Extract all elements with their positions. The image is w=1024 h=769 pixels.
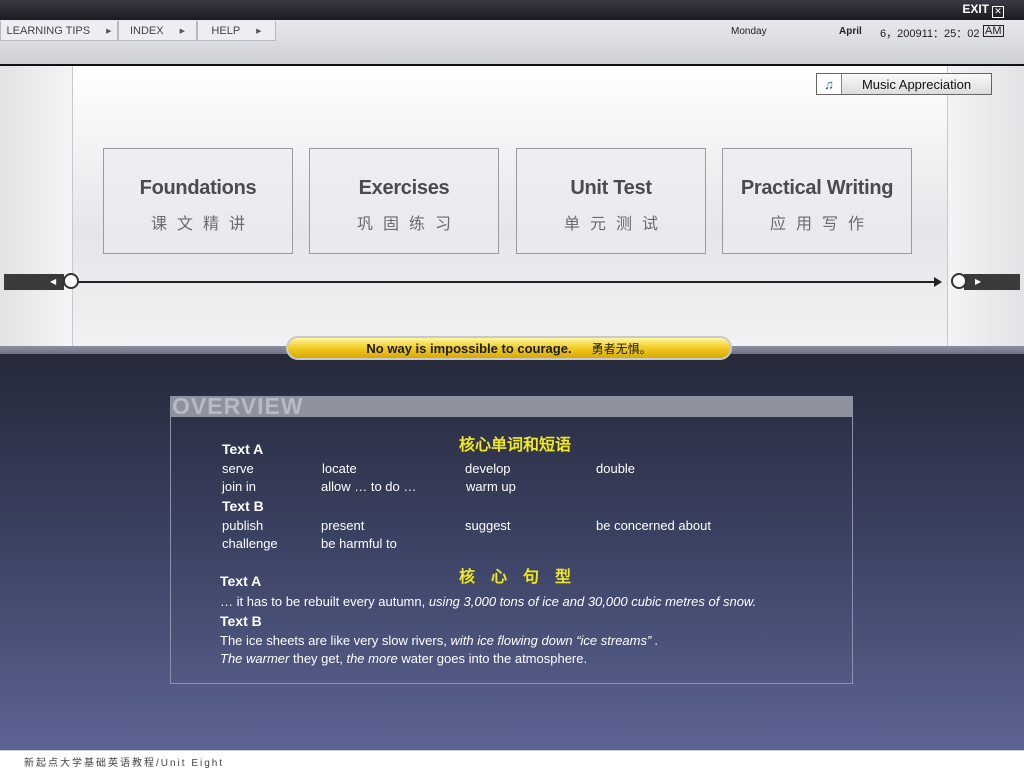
vocab-word: be concerned about — [596, 518, 711, 533]
vocab-word: serve — [222, 461, 254, 476]
card-unit-test[interactable]: Unit Test 单元测试 — [516, 148, 706, 254]
sentence-text-a-label: Text A — [220, 573, 262, 589]
sentence-heading: 核 心 句 型 — [459, 569, 572, 586]
vocab-word: warm up — [466, 479, 516, 494]
vocab-word: develop — [465, 461, 511, 476]
arrow-right-icon: ▶ — [975, 277, 982, 286]
vocab-word: double — [596, 461, 636, 476]
menu-bar: LEARNING TIPS ▶ INDEX ▶ HELP ▶ Monday April… — [0, 20, 1024, 66]
timeline-track — [72, 281, 938, 283]
close-icon: ✕ — [992, 6, 1004, 18]
vocab-word: allow … to do … — [321, 479, 417, 494]
card-foundations[interactable]: Foundations 课文精讲 — [103, 148, 293, 254]
ampm-text: AM — [983, 25, 1004, 37]
vocab-word: be harmful to — [321, 536, 397, 551]
footer: 新起点大学基础英语教程/Unit Eight — [0, 750, 1024, 769]
vocab-text-a-label: Text A — [222, 441, 264, 457]
menu-learning-tips[interactable]: LEARNING TIPS ▶ — [0, 21, 118, 41]
vocab-word: publish — [222, 518, 264, 533]
arrow-right-icon: ▶ — [179, 27, 185, 35]
timeline-right-knob[interactable] — [951, 273, 967, 289]
date-time-text: 6，200911：25：02 — [880, 28, 980, 40]
top-bar: EXIT ✕ — [0, 0, 1024, 20]
left-panel — [0, 66, 73, 346]
timeline-arrowhead — [934, 277, 942, 287]
vocab-word: challenge — [222, 536, 278, 551]
exit-button[interactable]: EXIT ✕ — [962, 2, 1004, 18]
menu-index[interactable]: INDEX ▶ — [118, 21, 197, 41]
menu-help[interactable]: HELP ▶ — [197, 21, 276, 41]
sentence-b2: The warmer they get, the more water goes… — [220, 651, 588, 666]
overview-title: OVERVIEW — [172, 393, 304, 419]
sentence-a: … it has to be rebuilt every autumn, usi… — [220, 594, 757, 609]
main-menu: LEARNING TIPS ▶ INDEX ▶ HELP ▶ — [0, 21, 276, 41]
timeline-left-knob[interactable] — [63, 273, 79, 289]
right-panel — [947, 66, 1024, 346]
motto-banner: No way is impossible to courage. 勇者无惧。 — [286, 336, 732, 360]
arrow-right-icon: ▶ — [256, 27, 262, 35]
vocab-word: join in — [222, 479, 256, 494]
vocab-word: present — [321, 518, 365, 533]
vocab-text-b-label: Text B — [222, 498, 264, 514]
arrow-left-icon: ◀ — [50, 277, 57, 286]
sentence-b1: The ice sheets are like very slow rivers… — [220, 633, 659, 648]
timeline-right-tab[interactable] — [964, 274, 1020, 290]
card-exercises[interactable]: Exercises 巩固练习 — [309, 148, 499, 254]
footer-title: 新起点大学基础英语教程/Unit Eight — [24, 758, 225, 769]
month-text: April — [839, 26, 862, 37]
sentence-text-b-label: Text B — [220, 613, 262, 629]
vocab-heading: 核心单词和短语 — [459, 437, 572, 454]
card-practical-writing[interactable]: Practical Writing 应用写作 — [722, 148, 912, 254]
music-note-icon: ♫ — [817, 74, 842, 94]
music-appreciation-button[interactable]: ♫ Music Appreciation — [816, 73, 992, 95]
vocab-word: locate — [322, 461, 357, 476]
vocab-word: suggest — [465, 518, 511, 533]
weekday-text: Monday — [731, 26, 767, 37]
arrow-right-icon: ▶ — [106, 27, 112, 35]
